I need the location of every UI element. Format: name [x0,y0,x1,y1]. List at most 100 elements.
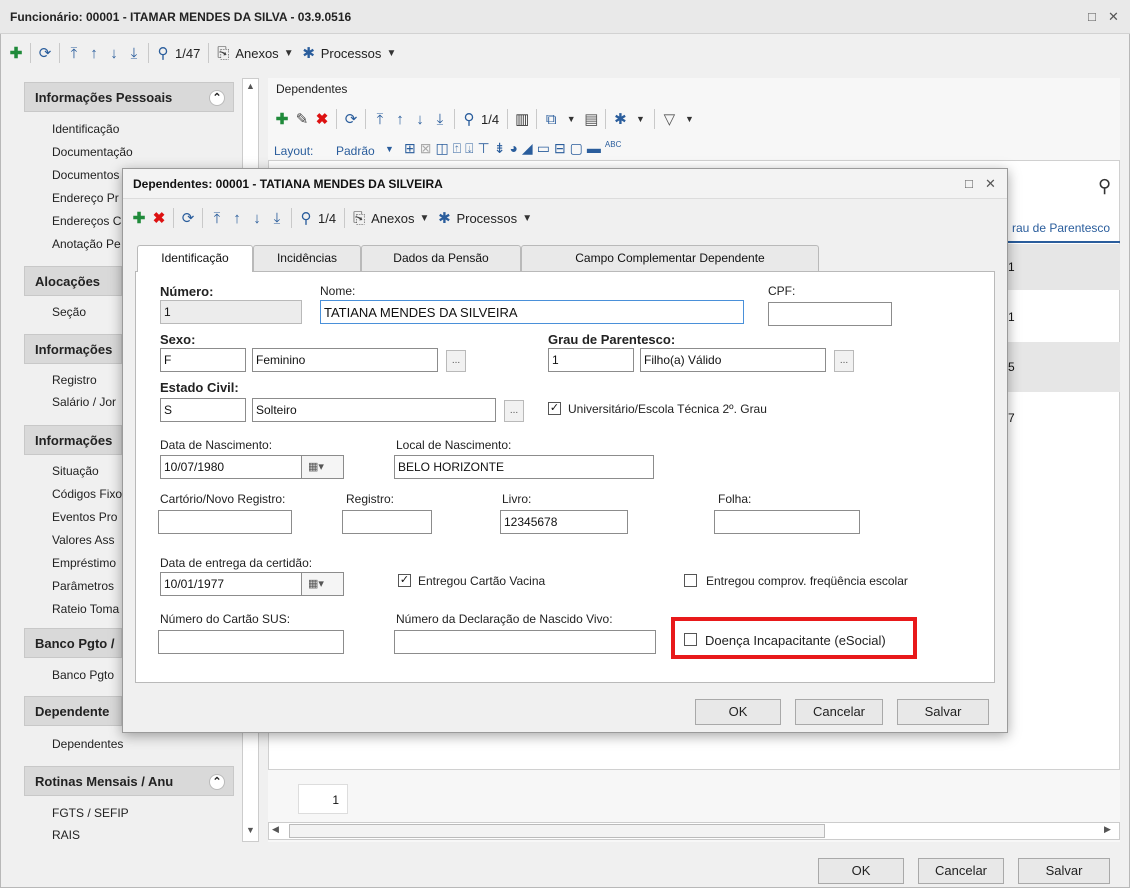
search-icon[interactable]: ⚲ [459,107,479,131]
cartorio-field[interactable] [158,510,292,534]
scroll-left-icon[interactable]: ◀ [272,824,279,835]
chevron-down-icon[interactable]: ▼ [385,144,394,154]
declaracao-field[interactable] [394,630,656,654]
cancel-button[interactable]: Cancelar [918,858,1004,884]
sidebar-section-informacoes-pessoais[interactable]: Informações Pessoais ⌃ [24,82,234,112]
move-down-icon[interactable]: ⍗ [465,140,473,162]
universitario-checkbox[interactable]: ✓ [548,402,561,415]
next-record-icon[interactable]: ↓ [410,107,430,131]
sus-field[interactable] [158,630,344,654]
view-3-icon[interactable]: ▢ [570,140,583,162]
add-icon[interactable]: ✚ [6,41,26,65]
search-icon[interactable]: ⚲ [153,41,173,65]
column-header-grau[interactable]: rau de Parentesco [1008,213,1120,243]
refresh-icon[interactable]: ⟳ [341,107,361,131]
filter-icon[interactable]: ▽ [659,107,679,131]
remove-column-icon[interactable]: ⊠ [420,140,432,162]
table-row[interactable]: 1 [1008,296,1120,340]
vacina-checkbox[interactable]: ✓ [398,574,411,587]
previous-record-icon[interactable]: ↑ [390,107,410,131]
local-field[interactable]: BELO HORIZONTE [394,455,654,479]
estado-lookup-button[interactable]: ... [504,400,524,422]
add-icon[interactable]: ✚ [272,107,292,131]
sidebar-section-banco-pgto[interactable]: Banco Pgto / [24,628,122,658]
page-number[interactable]: 1 [298,784,348,814]
group-icon[interactable]: ◫ [435,140,448,162]
last-record-icon[interactable]: ⤓ [430,107,450,131]
collapse-icon[interactable]: ⌃ [209,774,225,790]
view-2-icon[interactable]: ⊟ [554,140,566,162]
processos-menu[interactable]: Processos [321,46,382,61]
previous-record-icon[interactable]: ↑ [227,206,247,230]
dialog-ok-button[interactable]: OK [695,699,781,725]
sidebar-item-documentacao[interactable]: Documentação [52,145,232,159]
nome-field[interactable]: TATIANA MENDES DA SILVEIRA [320,300,744,324]
sexo-lookup-button[interactable]: ... [446,350,466,372]
scroll-up-icon[interactable]: ▲ [246,81,255,91]
export-icon[interactable]: ⧉ [541,107,561,131]
chevron-down-icon[interactable]: ▼ [517,206,537,230]
sexo-code-field[interactable]: F [160,348,246,372]
view-1-icon[interactable]: ▭ [537,140,550,162]
pin-icon[interactable]: ⇟ [494,140,506,162]
layout-selector[interactable]: Padrão [336,144,375,158]
scroll-right-icon[interactable]: ▶ [1104,824,1111,835]
table-row[interactable]: 7 [1008,395,1120,441]
restore-icon[interactable]: □ [965,176,973,191]
registro-field[interactable] [342,510,432,534]
scroll-thumb[interactable] [289,824,825,838]
entrega-field[interactable]: 10/01/1977 [160,572,302,596]
sidebar-item-identificacao[interactable]: Identificação [52,122,232,136]
last-record-icon[interactable]: ⤓ [267,206,287,230]
restore-icon[interactable]: □ [1088,9,1096,24]
refresh-icon[interactable]: ⟳ [35,41,55,65]
livro-field[interactable]: 12345678 [500,510,628,534]
grau-code-field[interactable]: 1 [548,348,634,372]
calendar-icon[interactable]: ▦▾ [302,455,344,479]
search-icon[interactable]: ⚲ [1098,176,1111,197]
estado-code-field[interactable]: S [160,398,246,422]
doenca-checkbox[interactable] [684,633,697,646]
abc-icon[interactable]: ABC [605,140,621,162]
chevron-down-icon[interactable]: ▼ [414,206,434,230]
tab-identificacao[interactable]: Identificação [137,245,253,272]
collapse-icon[interactable]: ⌃ [209,90,225,106]
first-record-icon[interactable]: ⤒ [64,41,84,65]
chart-icon[interactable]: ◢ [522,140,533,162]
scroll-down-icon[interactable]: ▼ [246,825,255,835]
previous-record-icon[interactable]: ↑ [84,41,104,65]
sidebar-section-dependente[interactable]: Dependente [24,696,122,726]
document-icon[interactable]: ▤ [581,107,601,131]
refresh-icon[interactable]: ⟳ [178,206,198,230]
next-record-icon[interactable]: ↓ [104,41,124,65]
last-record-icon[interactable]: ⤓ [124,41,144,65]
tab-campo-complementar[interactable]: Campo Complementar Dependente [521,245,819,271]
sidebar-section-informacoes-2[interactable]: Informações [24,334,122,364]
tab-incidencias[interactable]: Incidências [253,245,361,271]
sidebar-item-rais[interactable]: RAIS [52,828,232,842]
add-column-icon[interactable]: ⊞ [404,140,416,162]
view-4-icon[interactable]: ▬ [587,140,601,162]
table-row[interactable]: 5 [1008,342,1120,392]
grau-lookup-button[interactable]: ... [834,350,854,372]
color-icon[interactable]: ◕ [509,140,517,162]
ok-button[interactable]: OK [818,858,904,884]
horizontal-scrollbar[interactable]: ◀ ▶ [268,822,1120,840]
table-row[interactable]: 1 [1008,244,1120,290]
save-button[interactable]: Salvar [1018,858,1110,884]
next-record-icon[interactable]: ↓ [247,206,267,230]
folha-field[interactable] [714,510,860,534]
delete-icon[interactable]: ✖ [149,206,169,230]
calendar-icon[interactable]: ▦▾ [302,572,344,596]
nascimento-field[interactable]: 10/07/1980 [160,455,302,479]
sidebar-item-dependentes[interactable]: Dependentes [52,737,232,751]
sidebar-section-alocacoes[interactable]: Alocações [24,266,122,296]
sidebar-section-informacoes-3[interactable]: Informações [24,425,122,455]
paint-icon[interactable]: ⊤ [478,140,490,162]
anexos-menu[interactable]: Anexos [371,211,414,226]
anexos-menu[interactable]: Anexos [235,46,278,61]
close-icon[interactable]: ✕ [1108,9,1119,25]
columns-icon[interactable]: ▥ [512,107,532,131]
sidebar-section-rotinas[interactable]: Rotinas Mensais / Anu ⌃ [24,766,234,796]
chevron-down-icon[interactable]: ▼ [381,41,401,65]
